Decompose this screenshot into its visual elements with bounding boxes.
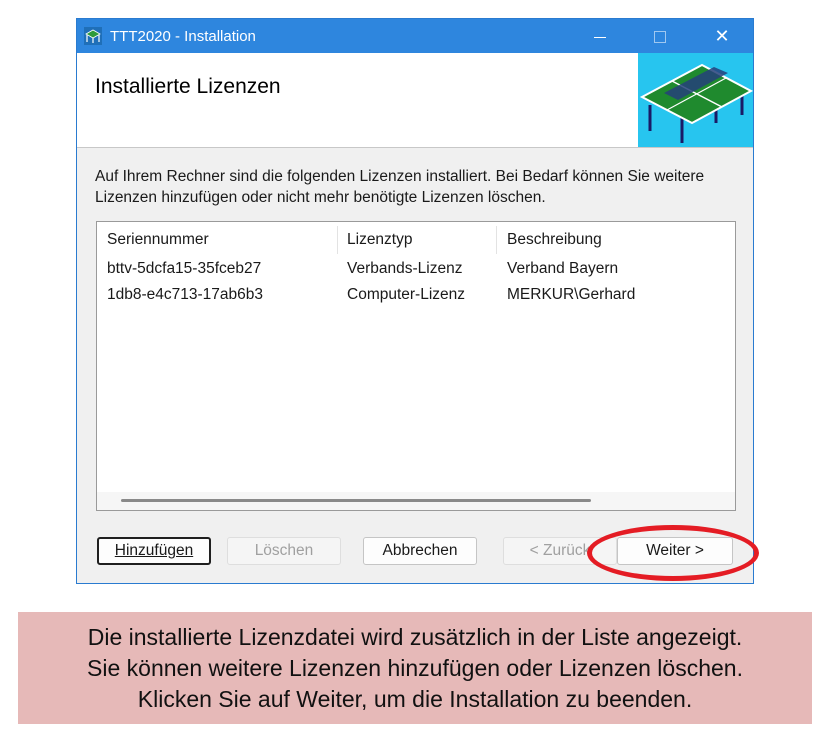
- column-separator[interactable]: [496, 226, 497, 254]
- license-type-cell: Verbands-Lizenz: [347, 260, 463, 277]
- horizontal-scrollbar[interactable]: [97, 492, 735, 510]
- page-title: Installierte Lizenzen: [95, 75, 281, 98]
- delete-license-label: Löschen: [254, 542, 314, 559]
- add-license-button[interactable]: Hinzufügen: [97, 537, 211, 565]
- ping-pong-table-icon: [639, 63, 754, 143]
- caption-line: Klicken Sie auf Weiter, um die Installat…: [137, 686, 693, 712]
- minimize-icon: [594, 36, 606, 38]
- column-header-description[interactable]: Beschreibung: [507, 231, 727, 249]
- cancel-label: Abbrechen: [382, 542, 458, 559]
- wizard-header: Installierte Lizenzen: [77, 53, 754, 147]
- scrollbar-thumb[interactable]: [121, 499, 591, 502]
- column-header-serial[interactable]: Seriennummer: [107, 231, 337, 249]
- list-item[interactable]: 1db8-e4c713-17ab6b3 Computer-Lizenz MERK…: [97, 286, 735, 312]
- caption-line: Die installierte Lizenzdatei wird zusätz…: [87, 624, 743, 650]
- close-icon: ✕: [714, 26, 730, 46]
- license-list[interactable]: Seriennummer Lizenztyp Beschreibung bttv…: [96, 221, 736, 511]
- maximize-button[interactable]: [637, 19, 683, 53]
- header-divider: [77, 147, 753, 148]
- description-text: Auf Ihrem Rechner sind die folgenden Liz…: [95, 168, 705, 206]
- caption-line: Sie können weitere Lizenzen hinzufügen o…: [87, 655, 743, 681]
- header-image: [638, 53, 754, 147]
- list-item[interactable]: bttv-5dcfa15-35fceb27 Verbands-Lizenz Ve…: [97, 260, 735, 286]
- serial-number-cell: 1db8-e4c713-17ab6b3: [107, 286, 263, 303]
- minimize-button[interactable]: [577, 19, 623, 53]
- title-bar[interactable]: TTT2020 - Installation ✕: [77, 19, 753, 53]
- cancel-button[interactable]: Abbrechen: [363, 537, 477, 565]
- delete-license-button[interactable]: Löschen: [227, 537, 341, 565]
- description-cell: MERKUR\Gerhard: [507, 286, 636, 303]
- description-cell: Verband Bayern: [507, 260, 619, 277]
- maximize-icon: [654, 31, 666, 44]
- page: TTT2020 - Installation ✕ Installierte Li…: [0, 0, 829, 744]
- instruction-caption: Die installierte Lizenzdatei wird zusätz…: [18, 612, 812, 724]
- close-button[interactable]: ✕: [699, 19, 745, 53]
- column-header-type[interactable]: Lizenztyp: [347, 231, 481, 249]
- window-title: TTT2020 - Installation: [110, 28, 256, 45]
- license-type-cell: Computer-Lizenz: [347, 286, 466, 303]
- highlight-ellipse: [587, 525, 759, 581]
- add-license-label: Hinzufügen: [114, 542, 194, 559]
- app-icon: [84, 27, 102, 45]
- column-separator[interactable]: [337, 226, 338, 254]
- installer-window: TTT2020 - Installation ✕ Installierte Li…: [76, 18, 754, 584]
- back-label: < Zurück: [529, 542, 591, 559]
- serial-number-cell: bttv-5dcfa15-35fceb27: [107, 260, 262, 277]
